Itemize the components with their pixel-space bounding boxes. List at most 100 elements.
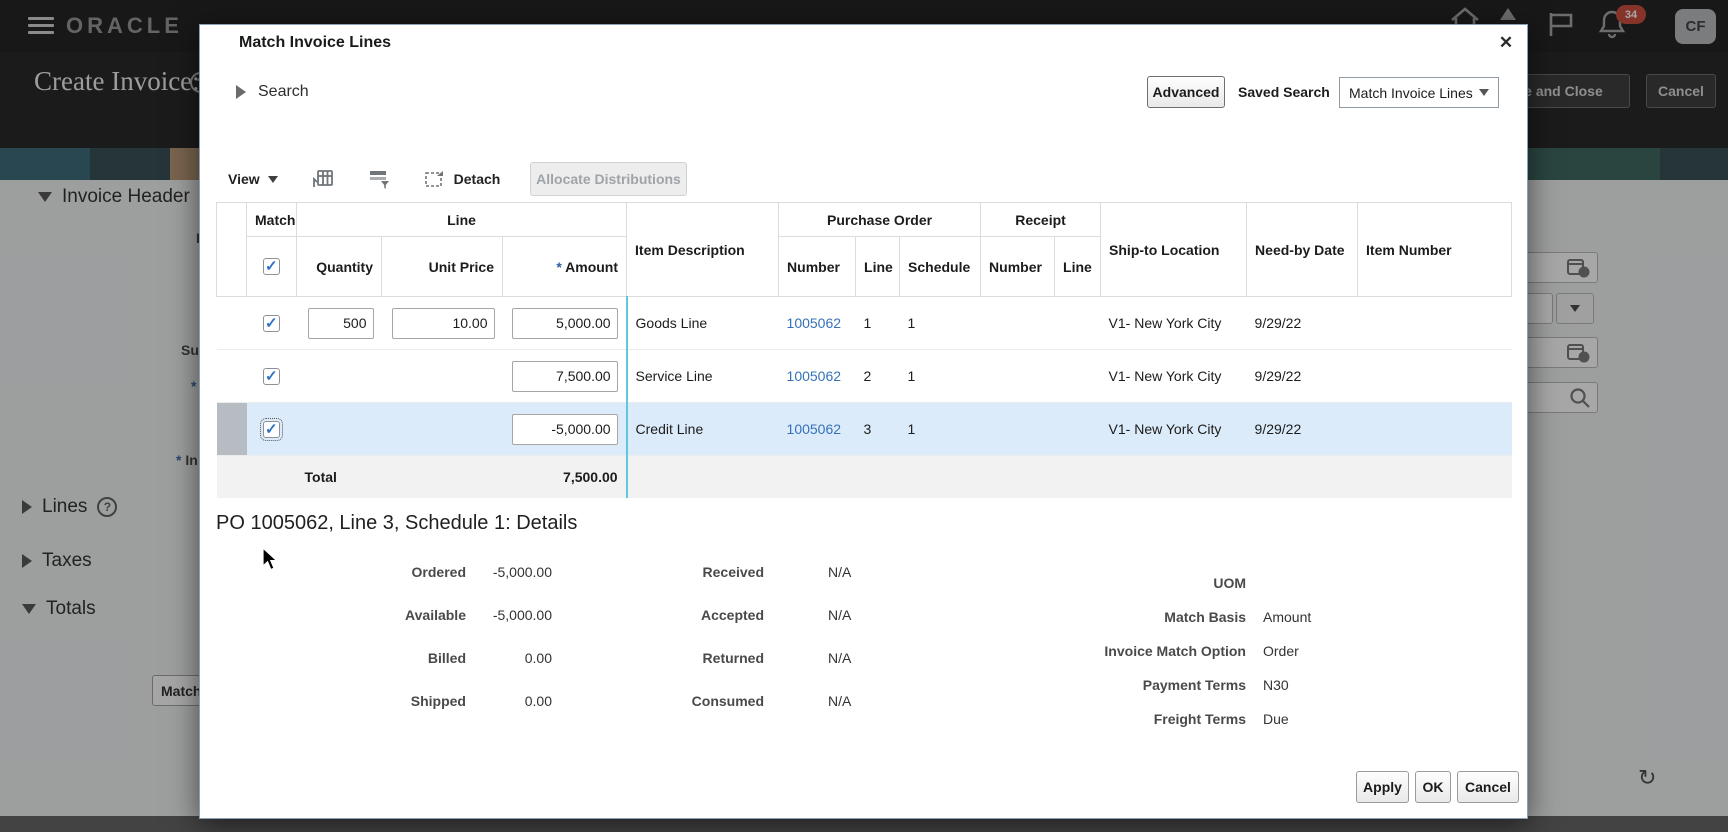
table-row-selected[interactable]: Credit Line 1005062 3 1 V1- New York Cit…: [216, 402, 1512, 456]
saved-search-label: Saved Search: [1238, 84, 1330, 100]
saved-search-select[interactable]: Match Invoice Lines: [1339, 77, 1499, 108]
item-description-cell: Goods Line: [626, 296, 779, 350]
saved-search-value: Match Invoice Lines: [1349, 84, 1473, 101]
ship-to-cell: V1- New York City: [1100, 296, 1247, 350]
advanced-search-button[interactable]: Advanced: [1147, 76, 1225, 108]
need-by-date-header[interactable]: Need-by Date: [1246, 202, 1359, 297]
amount-cell: [502, 296, 628, 350]
details-attributes-group: UOM Match Basis Amount Invoice Match Opti…: [1006, 566, 1311, 736]
receipt-line-header[interactable]: Line: [1054, 236, 1102, 297]
detail-label: Match Basis: [1164, 609, 1246, 625]
match-lines-table: Match Line Item Description Purchase Ord…: [216, 202, 1513, 498]
detail-label: Ordered: [411, 563, 466, 580]
po-number-link[interactable]: 1005062: [787, 368, 842, 384]
detail-label: Available: [405, 606, 466, 623]
po-number-cell: 1005062: [778, 349, 856, 403]
amount-input[interactable]: [511, 360, 618, 392]
quantity-input[interactable]: [307, 307, 374, 339]
selection-gutter-header: [216, 202, 247, 297]
item-description-header[interactable]: Item Description: [626, 202, 780, 297]
po-number-link[interactable]: 1005062: [787, 421, 842, 437]
table-row[interactable]: Service Line 1005062 2 1 V1- New York Ci…: [216, 349, 1512, 403]
receipt-number-cell: [980, 349, 1055, 403]
receipt-number-header[interactable]: Number: [980, 236, 1056, 297]
details-receipts-group: Received N/A Accepted N/A Returned N/A Cons…: [584, 550, 852, 722]
close-icon[interactable]: ✕: [1492, 29, 1520, 57]
ship-to-location-header[interactable]: Ship-to Location: [1100, 202, 1248, 297]
detail-value: Amount: [1263, 609, 1312, 625]
receipt-line-cell: [1054, 402, 1101, 456]
detail-value: N/A: [828, 606, 852, 623]
receipt-number-cell: [980, 402, 1055, 456]
po-number-header[interactable]: Number: [778, 236, 857, 297]
search-disclosure[interactable]: Search: [236, 83, 309, 101]
match-checkbox[interactable]: [263, 314, 280, 332]
po-schedule-cell: 1: [899, 349, 981, 403]
unit-price-header[interactable]: Unit Price: [381, 236, 503, 297]
item-number-cell: [1357, 349, 1512, 403]
detail-value: 0.00: [524, 649, 552, 666]
unit-price-cell: [381, 402, 503, 456]
po-schedule-cell: 1: [899, 296, 981, 350]
match-checkbox[interactable]: [260, 417, 283, 441]
unit-price-cell: [381, 296, 503, 350]
chevron-down-icon: [1479, 89, 1489, 96]
match-invoice-lines-dialog: Match Invoice Lines ✕ Search Advanced Sa…: [199, 24, 1528, 819]
table-toolbar: View Detach Allocate Distributions: [228, 162, 687, 196]
row-selection-gutter[interactable]: [216, 349, 247, 403]
select-all-checkbox-cell: [246, 236, 297, 297]
amount-input[interactable]: [511, 413, 618, 445]
quantity-header[interactable]: Quantity: [296, 236, 382, 297]
amount-input[interactable]: [511, 307, 618, 339]
collapsed-disclosure-icon: [236, 85, 246, 99]
detach-icon[interactable]: [424, 169, 446, 189]
allocate-distributions-button: Allocate Distributions: [530, 162, 687, 196]
po-line-cell: 3: [855, 402, 900, 456]
line-group-header: Line: [295, 202, 628, 237]
detail-label: Consumed: [691, 692, 764, 709]
row-selection-gutter[interactable]: [216, 296, 247, 350]
unit-price-input[interactable]: [391, 307, 495, 339]
detach-button[interactable]: Detach: [454, 171, 501, 187]
detail-value: N/A: [828, 692, 852, 709]
required-marker: *: [556, 258, 562, 275]
select-all-checkbox[interactable]: [263, 257, 280, 276]
screen: ORACLE 34 CF Create Invoice: ? Save and …: [0, 0, 1728, 832]
detail-value: -5,000.00: [492, 563, 552, 580]
detail-value: Due: [1263, 711, 1289, 727]
po-schedule-header[interactable]: Schedule: [899, 236, 982, 297]
detail-label: Returned: [702, 649, 764, 666]
view-menu-label: View: [228, 171, 260, 187]
detail-value: 0.00: [524, 692, 552, 709]
ship-to-cell: V1- New York City: [1100, 349, 1247, 403]
match-group-header: Match: [246, 202, 297, 237]
detail-label: UOM: [1213, 575, 1246, 591]
match-checkbox-cell: [246, 402, 297, 456]
view-menu-button[interactable]: View: [228, 171, 278, 187]
freeze-columns-icon[interactable]: [312, 169, 334, 189]
total-row: Total 7,500.00: [216, 455, 1512, 498]
dialog-title: Match Invoice Lines: [239, 34, 392, 51]
query-by-example-icon[interactable]: [368, 169, 390, 189]
detail-label: Shipped: [410, 692, 466, 709]
apply-button[interactable]: Apply: [1356, 771, 1409, 803]
receipt-group-header: Receipt: [980, 202, 1102, 237]
need-by-cell: 9/29/22: [1246, 349, 1358, 403]
po-number-link[interactable]: 1005062: [787, 315, 842, 331]
po-line-cell: 1: [855, 296, 900, 350]
detail-value: N/A: [828, 649, 852, 666]
match-checkbox[interactable]: [263, 367, 280, 385]
po-number-cell: 1005062: [778, 296, 856, 350]
dialog-cancel-button[interactable]: Cancel: [1457, 771, 1519, 803]
item-number-header[interactable]: Item Number: [1357, 202, 1513, 297]
search-label: Search: [258, 83, 309, 100]
row-selection-gutter[interactable]: [216, 402, 247, 456]
po-line-cell: 2: [855, 349, 900, 403]
po-line-header[interactable]: Line: [855, 236, 901, 297]
item-number-cell: [1357, 296, 1512, 350]
receipt-line-cell: [1054, 349, 1101, 403]
ok-button[interactable]: OK: [1415, 771, 1451, 803]
amount-header[interactable]: * Amount: [501, 236, 628, 297]
need-by-cell: 9/29/22: [1246, 402, 1358, 456]
table-row[interactable]: Goods Line 1005062 1 1 V1- New York City…: [216, 296, 1512, 350]
